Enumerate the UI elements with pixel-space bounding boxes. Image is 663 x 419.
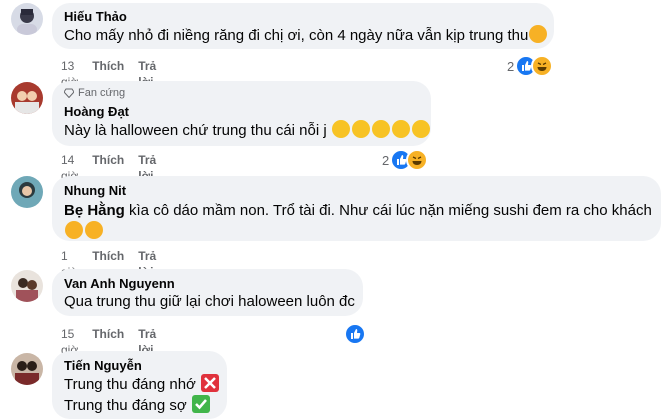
haha-reaction-icon (406, 149, 429, 171)
comment-text-content: kìa cô dáo mầm non. Trổ tài đi. Như cái … (124, 202, 652, 219)
comment-line: Trung thu đáng sợ (64, 397, 187, 414)
smile-emoji-icon (371, 120, 390, 138)
avatar[interactable] (11, 3, 43, 35)
comment-bubble: Hiếu Thảo Cho mấy nhỏ đi niềng răng đi c… (52, 3, 554, 49)
haha-reaction-icon (531, 55, 554, 77)
rolling-laugh-emoji-icon (65, 221, 83, 239)
author-name[interactable]: Van Anh Nguyenn (64, 275, 351, 292)
reaction-count: 2 (507, 58, 515, 74)
comment-bubble: Tiến Nguyễn Trung thu đáng nhớ Trung thu… (52, 351, 227, 419)
comment-text: Này là halloween chứ trung thu cái nỗi j (64, 120, 430, 141)
diamond-icon (64, 88, 74, 98)
rolling-laugh-emoji-icon (85, 221, 103, 239)
author-name[interactable]: Hoàng Đạt (64, 103, 419, 120)
avatar[interactable] (11, 270, 43, 302)
comment-bubble: Fan cứng Hoàng Đạt Này là halloween chứ … (52, 81, 431, 146)
comment-text: Trung thu đáng nhớ (64, 374, 220, 395)
reaction-count: 2 (382, 152, 390, 168)
author-name[interactable]: Tiến Nguyễn (64, 357, 215, 374)
comment-text: Qua trung thu giữ lại chơi haloween luôn… (64, 293, 355, 310)
comment-text-line2: Trung thu đáng sợ (64, 395, 215, 416)
cross-mark-icon (201, 374, 220, 392)
smile-emoji-icon (391, 120, 410, 138)
comment-line: Trung thu đáng nhớ (64, 376, 196, 393)
reaction-summary[interactable] (344, 323, 366, 345)
comment-bubble: Van Anh Nguyenn Qua trung thu giữ lại ch… (52, 269, 363, 316)
smile-emoji-icon (411, 120, 430, 138)
avatar[interactable] (11, 353, 43, 385)
author-name[interactable]: Nhung Nit (64, 182, 649, 199)
reaction-summary[interactable]: 2 (507, 55, 554, 77)
smile-emoji-icon (331, 120, 350, 138)
badge-label: Fan cứng (78, 87, 126, 99)
reaction-summary[interactable]: 2 (382, 149, 429, 171)
avatar[interactable] (11, 82, 43, 114)
comment-text: Bẹ Hằng kìa cô dáo mầm non. Trổ tài đi. … (64, 201, 652, 221)
like-reaction-icon (344, 323, 366, 345)
comment-text-line2 (64, 221, 649, 242)
fan-badge[interactable]: Fan cứng (64, 86, 419, 100)
smile-emoji-icon (351, 120, 370, 138)
comment-text-content: Cho mấy nhỏ đi niềng răng đi chị ơi, còn… (64, 27, 529, 44)
check-mark-icon (191, 395, 210, 413)
laughing-emoji-icon (529, 25, 548, 43)
comment-text-content: Này là halloween chứ trung thu cái nỗi j (64, 122, 327, 139)
comment-bubble: Nhung Nit Bẹ Hằng kìa cô dáo mầm non. Tr… (52, 176, 661, 241)
mention-link[interactable]: Bẹ Hằng (64, 202, 125, 219)
author-name[interactable]: Hiếu Thảo (64, 8, 542, 25)
comment-text: Cho mấy nhỏ đi niềng răng đi chị ơi, còn… (64, 25, 548, 46)
avatar[interactable] (11, 176, 43, 208)
